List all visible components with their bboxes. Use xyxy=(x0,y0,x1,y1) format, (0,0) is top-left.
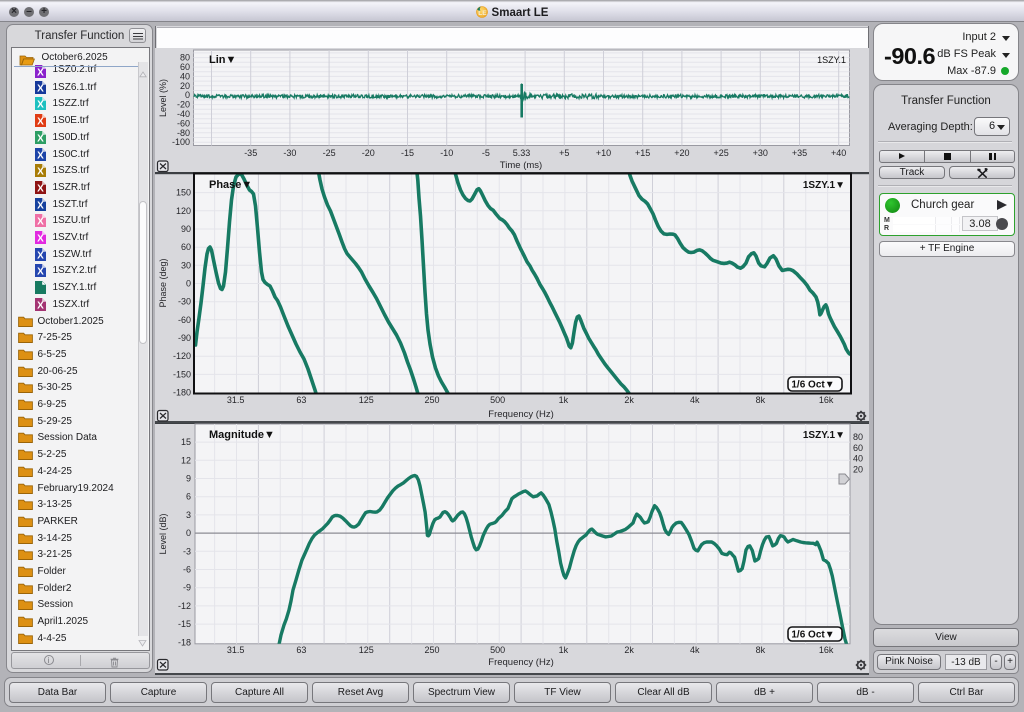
svg-text:Frequency (Hz): Frequency (Hz) xyxy=(488,657,553,668)
svg-text:120: 120 xyxy=(176,206,191,216)
svg-text:16k: 16k xyxy=(819,645,834,655)
svg-text:-180: -180 xyxy=(173,388,191,398)
svg-text:8k: 8k xyxy=(756,645,766,655)
svg-text:-15: -15 xyxy=(178,619,191,629)
svg-text:30: 30 xyxy=(181,260,191,270)
svg-text:0: 0 xyxy=(186,528,191,538)
svg-text:125: 125 xyxy=(359,395,374,405)
svg-text:+25: +25 xyxy=(713,148,728,158)
svg-text:1/6 Oct▼: 1/6 Oct▼ xyxy=(791,380,834,391)
svg-text:-100: -100 xyxy=(172,137,190,147)
svg-text:X: X xyxy=(37,83,44,93)
svg-text:16k: 16k xyxy=(819,395,834,405)
svg-text:X: X xyxy=(37,250,44,260)
svg-text:+20: +20 xyxy=(674,148,689,158)
svg-text:X: X xyxy=(37,183,44,193)
svg-text:+35: +35 xyxy=(792,148,807,158)
svg-text:X: X xyxy=(37,117,44,127)
svg-text:500: 500 xyxy=(490,645,505,655)
svg-text:-9: -9 xyxy=(183,583,191,593)
svg-text:X: X xyxy=(37,217,44,227)
svg-text:9: 9 xyxy=(186,474,191,484)
svg-text:Level (dB): Level (dB) xyxy=(158,513,168,554)
svg-text:60: 60 xyxy=(181,242,191,252)
svg-text:15: 15 xyxy=(181,437,191,447)
svg-text:4k: 4k xyxy=(690,395,700,405)
svg-text:3: 3 xyxy=(186,510,191,520)
svg-text:1/6 Oct▼: 1/6 Oct▼ xyxy=(791,630,834,641)
svg-text:63: 63 xyxy=(296,645,306,655)
svg-text:Time (ms): Time (ms) xyxy=(500,160,542,171)
svg-text:+40: +40 xyxy=(831,148,846,158)
svg-text:X: X xyxy=(37,133,44,143)
svg-text:0: 0 xyxy=(186,279,191,289)
svg-text:-15: -15 xyxy=(401,148,414,158)
svg-text:1k: 1k xyxy=(559,395,569,405)
svg-text:-12: -12 xyxy=(178,601,191,611)
svg-text:X: X xyxy=(37,68,44,78)
svg-text:Phase (deg): Phase (deg) xyxy=(158,258,168,307)
svg-text:Level (%): Level (%) xyxy=(158,79,168,117)
svg-text:6: 6 xyxy=(186,492,191,502)
svg-text:4k: 4k xyxy=(690,645,700,655)
svg-text:Lin▼: Lin▼ xyxy=(209,54,236,66)
svg-text:5.33: 5.33 xyxy=(513,148,531,158)
svg-text:2k: 2k xyxy=(624,395,634,405)
svg-text:-10: -10 xyxy=(440,148,453,158)
svg-text:X: X xyxy=(37,234,44,244)
svg-text:1k: 1k xyxy=(559,645,569,655)
svg-text:-30: -30 xyxy=(283,148,296,158)
svg-text:8k: 8k xyxy=(756,395,766,405)
svg-text:X: X xyxy=(37,267,44,277)
svg-text:1SZY.1▼: 1SZY.1▼ xyxy=(803,180,845,191)
svg-text:-60: -60 xyxy=(178,315,191,325)
svg-text:X: X xyxy=(37,300,44,310)
svg-text:250: 250 xyxy=(424,395,439,405)
svg-text:-18: -18 xyxy=(178,637,191,647)
svg-text:Phase▼: Phase▼ xyxy=(209,179,252,191)
svg-text:12: 12 xyxy=(181,455,191,465)
svg-text:-25: -25 xyxy=(323,148,336,158)
svg-text:90: 90 xyxy=(181,224,191,234)
svg-text:31.5: 31.5 xyxy=(227,645,245,655)
svg-text:125: 125 xyxy=(359,645,374,655)
svg-text:Magnitude▼: Magnitude▼ xyxy=(209,429,275,441)
svg-text:-3: -3 xyxy=(183,546,191,556)
svg-text:2k: 2k xyxy=(624,645,634,655)
svg-text:X: X xyxy=(37,200,44,210)
svg-text:-20: -20 xyxy=(362,148,375,158)
svg-text:60: 60 xyxy=(853,443,863,453)
svg-text:1SZY.1: 1SZY.1 xyxy=(817,55,846,65)
svg-text:-6: -6 xyxy=(183,565,191,575)
svg-text:X: X xyxy=(37,150,44,160)
svg-text:X: X xyxy=(37,167,44,177)
svg-text:1SZY.1▼: 1SZY.1▼ xyxy=(803,430,845,441)
svg-text:250: 250 xyxy=(424,645,439,655)
svg-text:+10: +10 xyxy=(596,148,611,158)
svg-text:-5: -5 xyxy=(482,148,490,158)
svg-text:63: 63 xyxy=(296,395,306,405)
svg-text:-35: -35 xyxy=(244,148,257,158)
svg-text:-90: -90 xyxy=(178,333,191,343)
svg-text:80: 80 xyxy=(853,432,863,442)
svg-text:+30: +30 xyxy=(753,148,768,158)
svg-text:X: X xyxy=(37,100,44,110)
svg-text:20: 20 xyxy=(853,465,863,475)
svg-text:500: 500 xyxy=(490,395,505,405)
svg-text:+5: +5 xyxy=(559,148,569,158)
svg-text:31.5: 31.5 xyxy=(227,395,245,405)
svg-text:-120: -120 xyxy=(173,351,191,361)
svg-text:+15: +15 xyxy=(635,148,650,158)
svg-text:40: 40 xyxy=(853,454,863,464)
svg-text:150: 150 xyxy=(176,188,191,198)
svg-text:LE: LE xyxy=(478,10,487,17)
svg-text:Frequency (Hz): Frequency (Hz) xyxy=(488,409,553,420)
svg-text:-30: -30 xyxy=(178,297,191,307)
svg-text:-150: -150 xyxy=(173,369,191,379)
